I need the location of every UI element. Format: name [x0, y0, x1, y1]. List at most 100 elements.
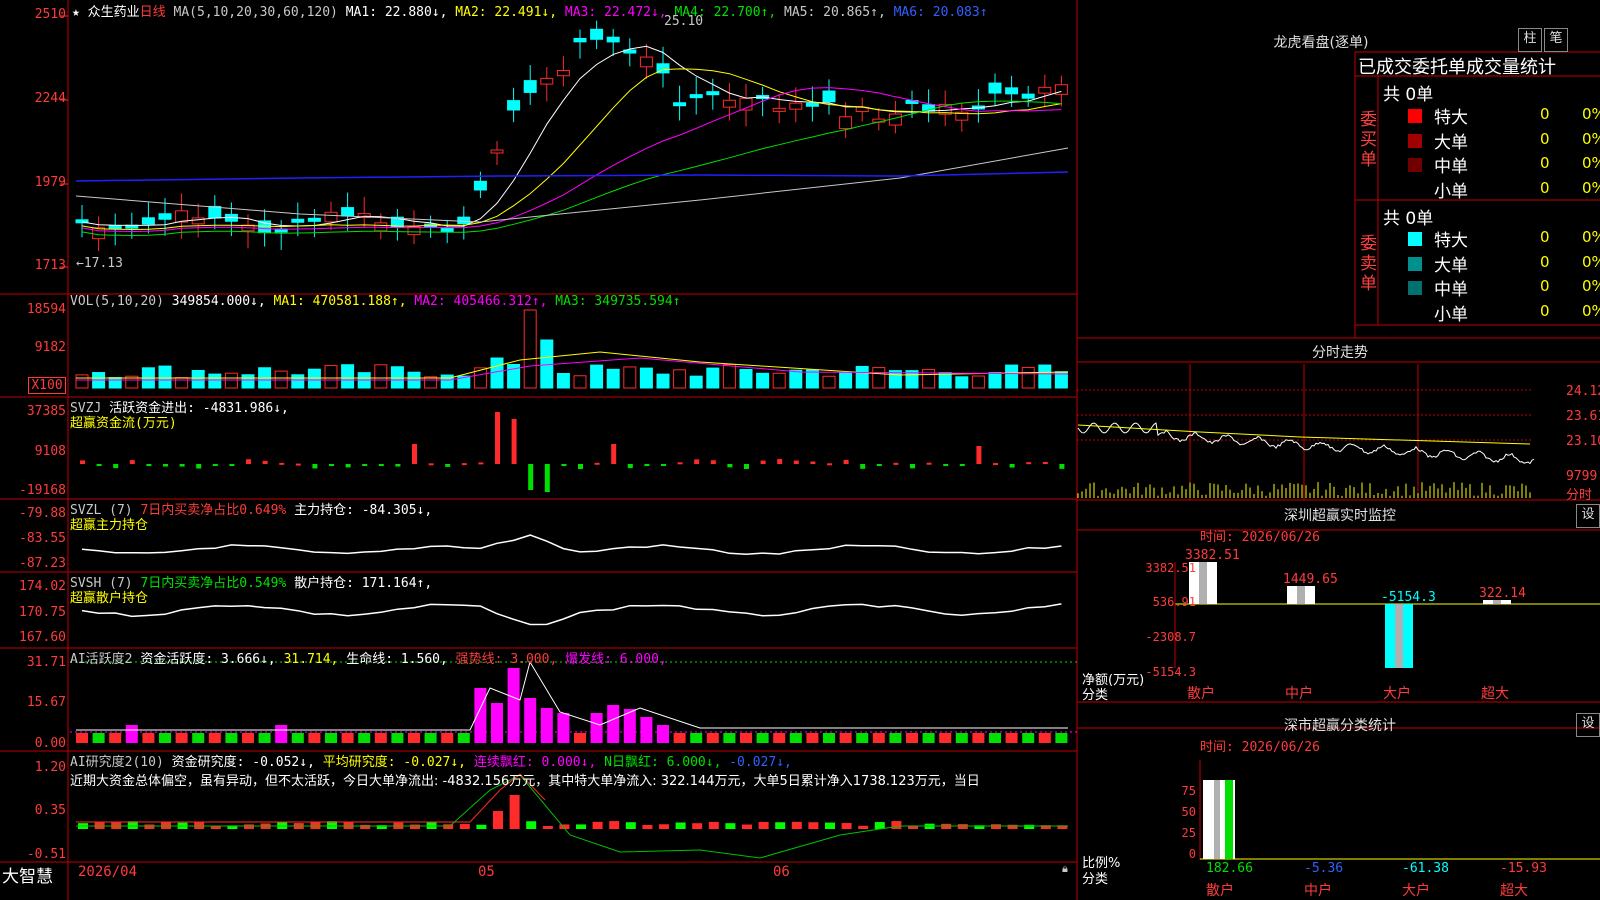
fund-flow-bar — [495, 412, 500, 464]
order-percent: 0% — [1582, 154, 1600, 172]
brand-logo: 大智慧 — [2, 867, 53, 887]
buy-orders-label: 委买单 — [1360, 110, 1377, 170]
activity-bar — [76, 733, 88, 743]
activity-bar — [740, 733, 752, 743]
fund-flow-bar — [611, 444, 617, 464]
activity-bar — [922, 733, 935, 743]
ai-research-comment: 近期大资金总体偏空，虽有异动，但不太活跃，今日大单净流出: -4832.156万… — [70, 774, 980, 789]
sz-monitor-bar-highlight — [1199, 562, 1207, 604]
volume-bar — [606, 368, 620, 389]
order-color-swatch — [1408, 182, 1422, 197]
sz-monitor-category: 中户 — [1285, 686, 1313, 702]
candle-body — [473, 180, 487, 191]
buy-total: 共 0单 — [1383, 85, 1434, 105]
activity-bar — [374, 733, 387, 743]
sz-monitor-settings-button[interactable]: 设 — [1576, 504, 1600, 528]
sz-stats-settings-button[interactable]: 设 — [1576, 713, 1600, 737]
ma1-value: MA1: 22.880↓, — [345, 5, 448, 20]
volume-bar — [440, 374, 454, 389]
sz-monitor-title: 深圳超赢实时监控 — [1284, 508, 1396, 524]
sz-monitor-bar-highlight — [1297, 585, 1305, 604]
sz-monitor-value-label: 3382.51 — [1185, 548, 1240, 563]
research-bar — [592, 821, 603, 829]
price-axis-label: 1713 — [34, 258, 66, 273]
volume-bar — [706, 367, 720, 389]
volume-bar — [556, 373, 570, 389]
research-bar — [1007, 824, 1018, 829]
volume-bar — [722, 364, 736, 389]
volume-bar — [307, 368, 321, 389]
order-size-row: 中单 0 0% — [1408, 275, 1600, 300]
ma1-line — [81, 45, 1062, 227]
candle-body — [839, 116, 853, 130]
order-size-row: 特大 0 0% — [1408, 103, 1600, 128]
activity-bar — [1022, 733, 1035, 743]
candle-body — [540, 77, 554, 85]
candle-body — [440, 228, 454, 233]
research-bar — [625, 822, 636, 829]
ai-research-value: 资金研究度: -0.052↓, — [171, 755, 315, 770]
volume-bar — [175, 377, 189, 389]
research-bar — [808, 822, 819, 829]
favorite-star-icon[interactable]: ★ — [72, 5, 80, 20]
sz-stats-bar-highlight — [1214, 780, 1220, 859]
order-percent: 0% — [1582, 277, 1600, 295]
research-bar — [244, 824, 254, 829]
activity-bar — [856, 733, 869, 743]
tick-view-button[interactable]: 笔 — [1544, 28, 1568, 52]
order-color-swatch — [1408, 158, 1422, 172]
intraday-axis-label: 23.61 — [1566, 409, 1600, 424]
stock-name: 众生药业 — [87, 5, 140, 20]
fund-flow-bar — [378, 464, 384, 466]
order-color-swatch — [1408, 281, 1422, 295]
fund-flow-bar — [893, 462, 899, 465]
candle-body — [822, 90, 836, 103]
volume-bar — [872, 367, 886, 389]
activity-bar — [690, 733, 703, 743]
candle-body — [175, 210, 189, 223]
sz-stats-category: 中户 — [1304, 883, 1332, 899]
order-percent: 0% — [1582, 178, 1600, 197]
svsh-axis-label: 170.75 — [19, 605, 66, 620]
intraday-axis-label: 24.12 — [1566, 384, 1600, 399]
ai-research-axis-label: -0.51 — [26, 847, 66, 862]
ma5-value: MA5: 20.865↑, — [784, 5, 886, 20]
research-bar — [1024, 824, 1035, 829]
bar-view-button[interactable]: 柱 — [1518, 28, 1542, 52]
candle-body — [573, 37, 587, 43]
kline-header: ★ 众生药业日线 MA(5,10,20,30,60,120) MA1: 22.8… — [72, 1, 988, 20]
svzl-axis-label: -87.23 — [19, 556, 66, 571]
volume-bar — [224, 372, 238, 389]
volume-bar — [822, 375, 836, 389]
fund-flow-bar — [993, 463, 998, 466]
activity-bar — [325, 733, 337, 743]
order-color-swatch — [1408, 256, 1422, 271]
research-bar — [891, 821, 902, 829]
price-axis-label: 2244 — [34, 91, 66, 106]
fund-flow-bar — [412, 444, 417, 464]
lock-icon[interactable]: 🔒︎ — [1062, 862, 1068, 876]
activity-bar — [175, 733, 188, 743]
vol-ma1-line — [76, 351, 1069, 379]
order-size-row: 中单 0 0% — [1408, 152, 1600, 177]
activity-bar — [557, 713, 570, 743]
research-bar — [758, 821, 769, 829]
period-label[interactable]: 日线 — [140, 5, 166, 20]
research-bar — [343, 821, 354, 829]
date-axis-may: 05 — [478, 864, 495, 880]
fund-flow-bar — [445, 464, 451, 467]
activity-bar — [823, 733, 835, 743]
order-percent: 0% — [1582, 105, 1600, 123]
activity-bar — [939, 733, 952, 743]
ai-active-lifeline: 生命线: 1.560, — [346, 652, 448, 667]
sz-monitor-xlabel: 分类 — [1082, 688, 1109, 703]
volume-bar — [639, 367, 653, 389]
ma6-line — [75, 171, 1069, 182]
fund-flow-bar — [578, 464, 583, 469]
volume-bar — [772, 372, 786, 389]
candle-body — [805, 102, 819, 107]
volume-bar — [955, 376, 969, 389]
volume-bar — [938, 372, 952, 389]
ai-research-header: AI研究度2(10) 资金研究度: -0.052↓, 平均研究度: -0.027… — [70, 751, 792, 770]
activity-bar — [159, 733, 171, 743]
